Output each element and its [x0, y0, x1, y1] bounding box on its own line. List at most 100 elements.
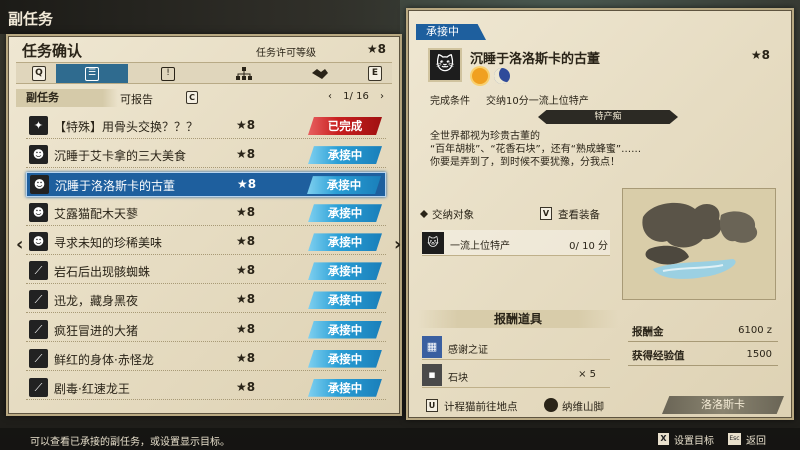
filter-bar: 副任务 可报告 C ‹ 1/ 16 › — [16, 89, 392, 107]
quest-star: ★8 — [236, 321, 256, 336]
quest-star: ★8 — [236, 379, 256, 394]
prev-tab-key[interactable]: Q — [32, 66, 46, 81]
quest-status-badge: 承接中 — [308, 378, 382, 397]
quest-row[interactable]: ⟋ 鲜红的身体·赤怪龙 ★8 承接中 — [26, 347, 386, 372]
moon-icon — [494, 68, 510, 84]
notebook-icon: ! — [161, 66, 175, 81]
description-line: “百年胡桃”、“花香石块”，还有“熟成蜂蜜”…… — [430, 144, 642, 155]
quest-status-badge: 承接中 — [308, 291, 382, 310]
permit-level: ★8 — [366, 42, 386, 56]
reward-name: 石块 — [448, 373, 468, 384]
quest-list-panel: 任务确认 任务许可等级 ★8 Q ☰ ! E 副任务 可报告 C ‹ 1/ 16… — [6, 34, 402, 416]
page-indicator: 1/ 16 — [343, 91, 369, 102]
pager: ‹ 1/ 16 › — [324, 91, 388, 102]
sun-icon — [472, 68, 488, 84]
page-next-button[interactable]: › — [380, 91, 384, 102]
condition-value: 交纳10分一流上位特产 — [486, 96, 589, 107]
quest-star: ★8 — [236, 118, 256, 132]
back-key[interactable]: Esc — [728, 433, 741, 445]
handshake-icon — [312, 68, 328, 79]
quest-name: 岩石后出现骸蜘蛛 — [54, 265, 151, 280]
page-prev-button[interactable]: ‹ — [328, 91, 332, 102]
view-equipment-button[interactable]: 查看装备 — [558, 207, 600, 222]
next-tab-key[interactable]: E — [368, 66, 382, 81]
cat-icon: 🐱 — [422, 232, 444, 254]
permit-label: 任务许可等级 — [256, 48, 316, 59]
set-target-button[interactable]: 设置目标 — [674, 432, 714, 447]
quest-star: ★8 — [750, 48, 770, 62]
reportable-key[interactable]: C — [186, 91, 198, 104]
quest-status-badge: 承接中 — [307, 176, 381, 195]
filter-subquest[interactable]: 副任务 — [16, 89, 118, 107]
quest-status-badge: 已完成 — [308, 117, 382, 135]
exp-label: 获得经验值 — [632, 350, 685, 362]
quest-name: 艾露猫配木天蓼 — [54, 207, 139, 222]
quest-row[interactable]: ✦ 【特殊】用骨头交换？？？ ★8 已完成 — [26, 114, 386, 139]
screen-title: 副任务 — [0, 0, 400, 34]
quest-name: 【特殊】用骨头交换？？？ — [54, 120, 199, 134]
reward-item: ▦ 感谢之证 — [422, 334, 610, 360]
list-next-arrow[interactable]: › — [394, 234, 401, 255]
target-count: 0/ 10 分 — [569, 241, 608, 252]
travel-bar: U 计程猫前往地点 纳维山脚 洛洛斯卡 — [418, 396, 788, 416]
quest-name: 剧毒·红速龙王 — [54, 381, 130, 396]
footer-hint: 可以查看已承接的副任务，或设置显示目标。 — [30, 437, 230, 448]
money-value: 6100 z — [738, 325, 772, 336]
money-label: 报酬金 — [632, 326, 664, 338]
quest-description: 全世界都视为珍贵古董的 “百年胡桃”、“花香石块”，还有“熟成蜂蜜”…… 你要是… — [430, 130, 641, 169]
tab-hierarchy[interactable] — [208, 64, 280, 83]
target-label: 交纳对象 — [432, 209, 474, 221]
claw-icon: ⟋ — [29, 290, 48, 310]
area-map — [622, 188, 776, 300]
quest-name: 迅龙，藏身黑夜 — [54, 294, 139, 309]
quest-row[interactable]: ⟋ 岩石后出现骸蜘蛛 ★8 承接中 — [26, 259, 386, 285]
quest-name: 沉睡于艾卡拿的三大美食 — [54, 149, 187, 164]
quest-name: 疯狂冒进的大猪 — [54, 323, 139, 338]
travel-label[interactable]: 计程猫前往地点 — [444, 399, 518, 414]
back-button[interactable]: 返回 — [746, 432, 766, 447]
tab-handshake[interactable] — [284, 64, 356, 83]
client-ribbon: 特产痴 — [538, 110, 678, 124]
quest-name: 寻求未知的珍稀美味 — [54, 236, 163, 251]
travel-key[interactable]: U — [426, 399, 438, 412]
reward-money: 报酬金 6100 z — [628, 320, 778, 342]
quest-row[interactable]: ⟋ 疯狂冒进的大猪 ★8 承接中 — [26, 318, 386, 343]
quest-row[interactable]: ☻ 寻求未知的珍稀美味 ★8 承接中 — [26, 230, 386, 255]
hierarchy-icon — [236, 66, 252, 80]
quest-status-badge: 承接中 — [308, 233, 382, 252]
quest-row[interactable]: ⟋ 迅龙，藏身黑夜 ★8 承接中 — [26, 288, 386, 314]
target-name: 一流上位特产 — [450, 241, 510, 252]
condition-label: 完成条件 — [430, 96, 470, 107]
tab-notes[interactable]: ! — [132, 64, 204, 83]
quest-status-badge: 承接中 — [308, 204, 382, 223]
reward-name: 感谢之证 — [448, 345, 488, 356]
region-button[interactable]: 洛洛斯卡 — [662, 396, 784, 414]
tab-quest-scroll[interactable]: ☰ — [56, 64, 128, 83]
diamond-bullet-icon — [420, 210, 428, 218]
panel-title: 任务确认 — [22, 42, 83, 60]
quest-row[interactable]: ⟋ 剧毒·红速龙王 ★8 承接中 — [26, 376, 386, 401]
quest-row[interactable]: ☻ 沉睡于艾卡拿的三大美食 ★8 承接中 — [26, 143, 386, 168]
quest-row[interactable]: ☻ 艾露猫配木天蓼 ★8 承接中 — [26, 201, 386, 226]
target-header: 交纳对象 V 查看装备 — [418, 206, 604, 222]
quest-status-badge: 承接中 — [308, 262, 382, 281]
list-prev-arrow[interactable]: ‹ — [16, 234, 23, 255]
quest-status-badge: 承接中 — [308, 349, 382, 368]
reward-item: ▪ 石块 × 5 — [422, 362, 610, 388]
quest-star: ★8 — [236, 205, 256, 220]
quest-list: ✦ 【特殊】用骨头交换？？？ ★8 已完成 ☻ 沉睡于艾卡拿的三大美食 ★8 承接中 ☻ 沉睡于洛… — [26, 114, 386, 405]
exp-value: 1500 — [746, 349, 772, 360]
quest-star: ★8 — [236, 263, 256, 278]
view-equipment-key[interactable]: V — [540, 207, 552, 220]
category-tab-bar: Q ☰ ! E — [16, 62, 392, 84]
quest-status-badge: 承接中 — [308, 320, 382, 339]
claw-icon: ⟋ — [29, 348, 48, 368]
quest-status-badge: 承接中 — [308, 146, 382, 165]
filter-reportable[interactable]: 可报告 — [120, 91, 153, 107]
set-target-key[interactable]: X — [658, 433, 669, 445]
quest-row[interactable]: ☻ 沉睡于洛洛斯卡的古董 ★8 承接中 — [26, 172, 386, 197]
description-line: 全世界都视为珍贵古董的 — [430, 131, 540, 142]
cat-icon: ☻ — [29, 145, 48, 165]
reward-exp: 获得经验值 1500 — [628, 344, 778, 366]
scroll-icon: ☰ — [85, 66, 99, 81]
